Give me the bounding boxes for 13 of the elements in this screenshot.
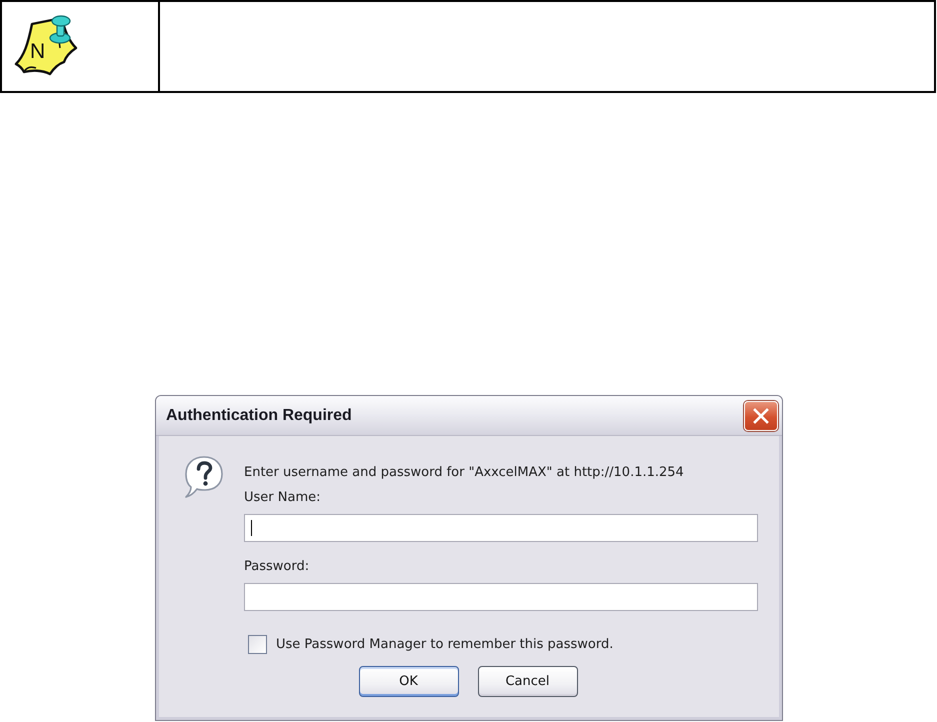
field-label: User Name: bbox=[244, 489, 322, 507]
field-label: Password: bbox=[244, 558, 310, 576]
close-icon bbox=[753, 408, 769, 424]
dialog-button[interactable]: OK bbox=[358, 666, 458, 697]
dialog-button[interactable]: Cancel bbox=[478, 666, 578, 697]
dialog-title: Authentication Required bbox=[166, 406, 352, 424]
input-field[interactable] bbox=[244, 583, 758, 611]
close-button[interactable] bbox=[744, 400, 778, 430]
prompt-message: Enter username and password for "AxxcelMAX" at http://10.1.1.254 bbox=[244, 464, 685, 482]
question-icon bbox=[184, 455, 224, 499]
checkbox[interactable] bbox=[248, 635, 267, 654]
input-field[interactable] bbox=[244, 514, 758, 542]
checkbox-label: Use Password Manager to remember this password. bbox=[276, 636, 614, 654]
